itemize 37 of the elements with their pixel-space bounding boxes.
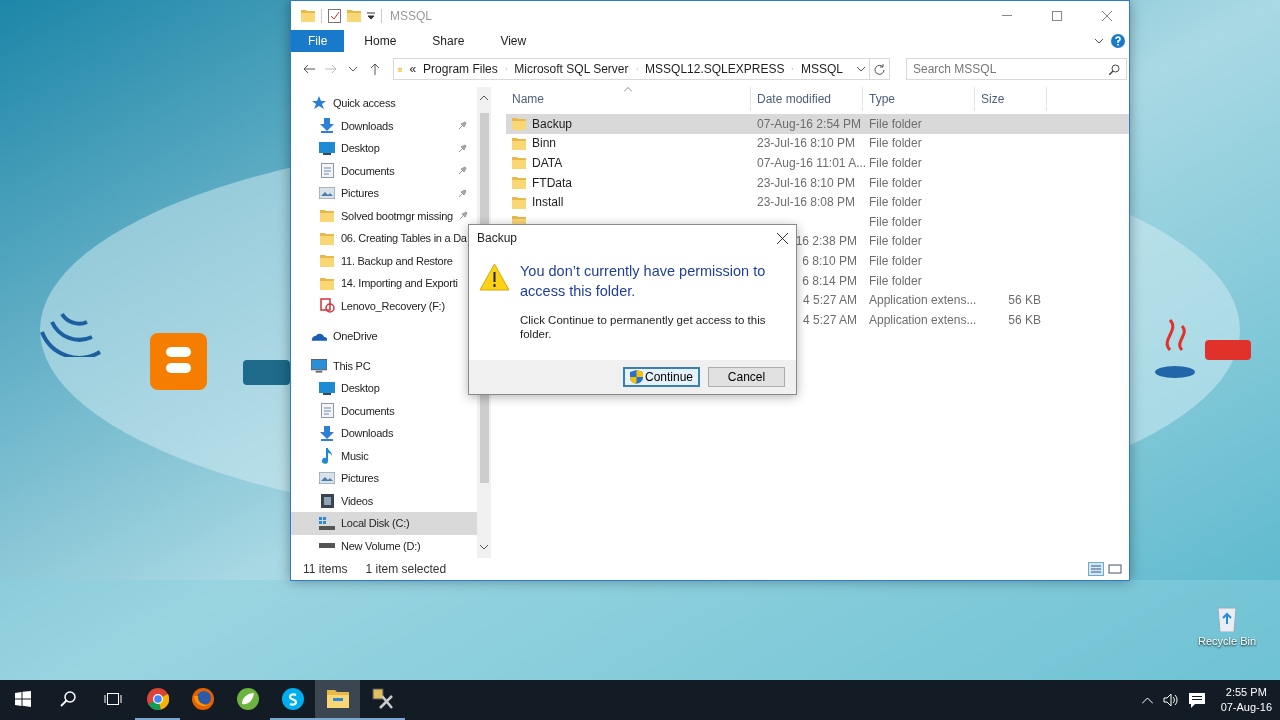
- table-cell-text: 16 2:38 PM: [795, 234, 858, 249]
- table-cell-text: File folder: [868, 116, 923, 131]
- table-cell-text: File folder: [868, 175, 923, 190]
- table-cell-text: Application extens...: [868, 293, 975, 308]
- table-cell-text: File folder: [868, 273, 923, 288]
- table-cell: Install: [506, 195, 751, 210]
- table-cell-text: 23-Jul-16 8:10 PM: [756, 136, 857, 151]
- clock-date: 07-Aug-16: [1220, 700, 1272, 715]
- clock-time: 2:55 PM: [1225, 685, 1267, 700]
- table-cell-text: File folder: [868, 136, 923, 151]
- table-cell: DATA: [506, 156, 751, 170]
- table-cell-text: 07-Aug-16 11:01 A...: [756, 156, 863, 170]
- table-cell-text: 6 8:14 PM: [802, 273, 858, 288]
- selection-count: 1 item selected: [365, 562, 447, 576]
- table-cell-text: File folder: [868, 156, 923, 170]
- dialog-title: Backup: [477, 231, 518, 245]
- table-cell-text: 56 KB: [1008, 293, 1042, 308]
- table-cell: Backup: [506, 116, 751, 131]
- table-cell-text: 4 5:27 AM: [802, 293, 858, 308]
- dialog-message: Click Continue to permanently get access to this folder.: [520, 313, 767, 341]
- table-cell-text: File folder: [868, 214, 923, 229]
- table-cell-text: 07-Aug-16 2:54 PM: [756, 116, 863, 131]
- table-cell-text: 6 8:10 PM: [802, 253, 858, 268]
- table-cell-text: 4 5:27 AM: [802, 312, 858, 327]
- table-cell-text: Application extens...: [868, 312, 975, 327]
- shortcut-label: Recycle Bin: [1198, 635, 1257, 647]
- table-cell-text: 56 KB: [1008, 312, 1042, 327]
- window-title: MSSQL: [390, 8, 433, 23]
- table-cell: Binn: [506, 136, 751, 151]
- table-cell-text: File folder: [868, 253, 923, 268]
- table-cell: FTData: [506, 175, 751, 190]
- item-count: 11 items: [303, 562, 348, 576]
- table-cell-text: 23-Jul-16 8:10 PM: [756, 175, 857, 190]
- dialog-heading: You don’t currently have permission to access this folder.: [520, 262, 767, 301]
- table-cell-text: 23-Jul-16 8:08 PM: [756, 195, 857, 210]
- table-cell-text: File folder: [868, 234, 923, 249]
- table-cell-text: File folder: [868, 195, 923, 210]
